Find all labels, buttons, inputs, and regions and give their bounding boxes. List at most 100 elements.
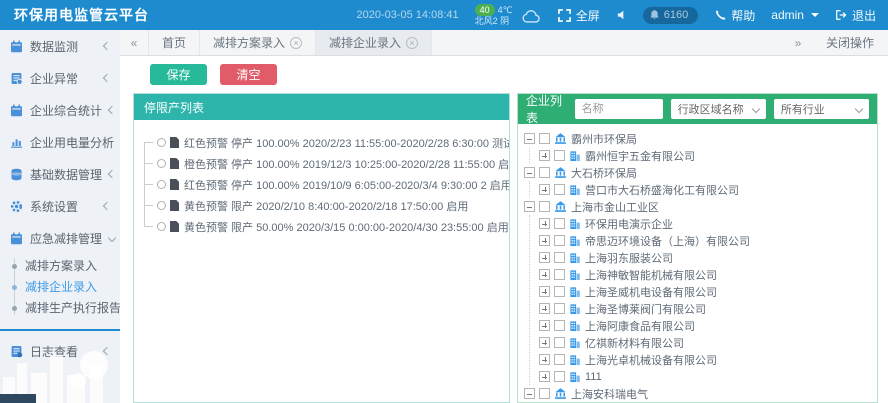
tree-node-company[interactable]: 上海圣博莱阀门有限公司 [539, 300, 873, 317]
logout-button[interactable]: 退出 [835, 7, 876, 24]
user-menu[interactable]: admin [771, 8, 819, 22]
checkbox[interactable] [554, 354, 565, 365]
name-filter-input[interactable] [575, 99, 663, 119]
company-label: 环保用电演示企业 [585, 216, 673, 232]
tree-node-company[interactable]: 上海神敏智能机械有限公司 [539, 266, 873, 283]
sidebar: 数据监测 企业异常 企业综合统计 企业用电量分析 基础数据管理 系统设置 [0, 30, 120, 403]
sidebar-item-plan-entry[interactable]: 减排方案录入 [0, 256, 120, 277]
checkbox[interactable] [554, 184, 565, 195]
checkbox[interactable] [554, 218, 565, 229]
expand-icon[interactable] [539, 354, 550, 365]
tree-node-company[interactable]: 环保用电演示企业 [539, 215, 873, 232]
company-icon [569, 217, 581, 230]
sidebar-item-enterprise-entry[interactable]: 减排企业录入 [0, 277, 120, 298]
tree-node-bureau[interactable]: 大石桥环保局 [524, 164, 873, 181]
collapse-icon[interactable] [524, 167, 535, 178]
checkbox[interactable] [554, 371, 565, 382]
tree-node-company[interactable]: 上海羽东服装公司 [539, 249, 873, 266]
close-operations-menu[interactable]: 关闭操作 [812, 30, 888, 55]
tabs-scroll-left-icon[interactable]: « [120, 30, 148, 55]
tree-node-company[interactable]: 帝思迈环境设备（上海）有限公司 [539, 232, 873, 249]
checkbox[interactable] [554, 337, 565, 348]
sidebar-item-enterprise-stats[interactable]: 企业综合统计 [0, 94, 120, 126]
radio-icon[interactable] [157, 222, 166, 231]
expand-icon[interactable] [539, 150, 550, 161]
tree-node-company[interactable]: 亿祺新材料有限公司 [539, 334, 873, 351]
sidebar-item-execution-report[interactable]: 减排生产执行报告 [0, 298, 120, 319]
checkbox[interactable] [554, 303, 565, 314]
tree-node-bureau[interactable]: 霸州市环保局 [524, 130, 873, 147]
checkbox[interactable] [554, 286, 565, 297]
radio-icon[interactable] [157, 201, 166, 210]
checkbox[interactable] [554, 235, 565, 246]
sidebar-item-base-data[interactable]: 基础数据管理 [0, 158, 120, 190]
limit-plan-item[interactable]: 橙色预警 停产 100.00% 2019/12/3 10:25:00-2020/… [134, 153, 501, 174]
tab-home[interactable]: 首页 [148, 30, 200, 55]
checkbox[interactable] [539, 388, 550, 399]
expand-icon[interactable] [539, 269, 550, 280]
tree-node-company[interactable]: 上海圣威机电设备有限公司 [539, 283, 873, 300]
checkbox[interactable] [554, 252, 565, 263]
sidebar-item-log-view[interactable]: 日志查看 [0, 335, 120, 367]
expand-icon[interactable] [539, 184, 550, 195]
tree-node-company[interactable]: 上海阿康食品有限公司 [539, 317, 873, 334]
save-button[interactable]: 保存 [150, 64, 207, 85]
chevron-right-icon [103, 202, 111, 210]
sidebar-item-power-analysis[interactable]: 企业用电量分析 [0, 126, 120, 158]
clear-button[interactable]: 清空 [220, 64, 277, 85]
close-operations-label: 关闭操作 [826, 34, 874, 51]
limit-plan-item[interactable]: 红色预警 停产 100.00% 2019/10/9 6:05:00-2020/3… [134, 174, 501, 195]
industry-select[interactable]: 所有行业 [774, 99, 869, 119]
tree-node-company[interactable]: 上海光卓机械设备有限公司 [539, 351, 873, 368]
limit-plan-item[interactable]: 红色预警 停产 100.00% 2020/2/23 11:55:00-2020/… [134, 132, 501, 153]
help-button[interactable]: 帮助 [714, 7, 755, 24]
tree-node-company[interactable]: 111 [539, 368, 873, 385]
company-label: 上海圣博莱阀门有限公司 [585, 301, 706, 317]
collapse-icon[interactable] [524, 388, 535, 399]
expand-icon[interactable] [539, 303, 550, 314]
limit-plan-item[interactable]: 黄色预警 限产 50.00% 2020/3/15 0:00:00-2020/4/… [134, 216, 501, 237]
limit-plan-label: 红色预警 停产 100.00% 2020/2/23 11:55:00-2020/… [184, 135, 509, 151]
collapse-icon[interactable] [524, 133, 535, 144]
checkbox[interactable] [539, 167, 550, 178]
limit-plan-item[interactable]: 黄色预警 限产 2020/2/10 8:40:00-2020/2/18 17:5… [134, 195, 501, 216]
tree-node-bureau[interactable]: 上海安科瑞电气 [524, 385, 873, 402]
bureau-icon [554, 200, 567, 213]
sidebar-item-emergency-reduction[interactable]: 应急减排管理 [0, 222, 120, 254]
tab-close-icon[interactable]: × [406, 37, 418, 49]
checkbox[interactable] [539, 201, 550, 212]
notification-badge[interactable]: 6160 [643, 7, 698, 24]
sidebar-item-system-settings[interactable]: 系统设置 [0, 190, 120, 222]
tree-node-company[interactable]: 营口市大石桥盛海化工有限公司 [539, 181, 873, 198]
collapse-icon[interactable] [524, 201, 535, 212]
fullscreen-button[interactable]: 全屏 [558, 7, 600, 24]
mute-speaker-icon[interactable] [616, 9, 627, 21]
company-label: 上海神敏智能机械有限公司 [585, 267, 717, 283]
expand-icon[interactable] [539, 286, 550, 297]
region-select[interactable]: 行政区域名称 [671, 99, 766, 119]
tab-plan-entry[interactable]: 减排方案录入 × [200, 30, 316, 55]
checkbox[interactable] [554, 269, 565, 280]
expand-icon[interactable] [539, 320, 550, 331]
checkbox[interactable] [554, 320, 565, 331]
expand-icon[interactable] [539, 235, 550, 246]
bell-icon [649, 9, 660, 21]
radio-icon[interactable] [157, 180, 166, 189]
radio-icon[interactable] [157, 138, 166, 147]
tab-close-icon[interactable]: × [290, 37, 302, 49]
checkbox[interactable] [539, 133, 550, 144]
bureau-label: 大石桥环保局 [571, 165, 637, 181]
expand-icon[interactable] [539, 337, 550, 348]
company-label: 帝思迈环境设备（上海）有限公司 [585, 233, 750, 249]
tree-node-company[interactable]: 霸州恒宇五金有限公司 [539, 147, 873, 164]
radio-icon[interactable] [157, 159, 166, 168]
tree-node-bureau[interactable]: 上海市金山工业区 [524, 198, 873, 215]
expand-icon[interactable] [539, 252, 550, 263]
tab-enterprise-entry[interactable]: 减排企业录入 × [316, 30, 432, 55]
expand-icon[interactable] [539, 371, 550, 382]
checkbox[interactable] [554, 150, 565, 161]
tabs-scroll-right-icon[interactable]: » [784, 30, 812, 55]
sidebar-item-data-monitor[interactable]: 数据监测 [0, 30, 120, 62]
expand-icon[interactable] [539, 218, 550, 229]
sidebar-item-enterprise-abnormal[interactable]: 企业异常 [0, 62, 120, 94]
